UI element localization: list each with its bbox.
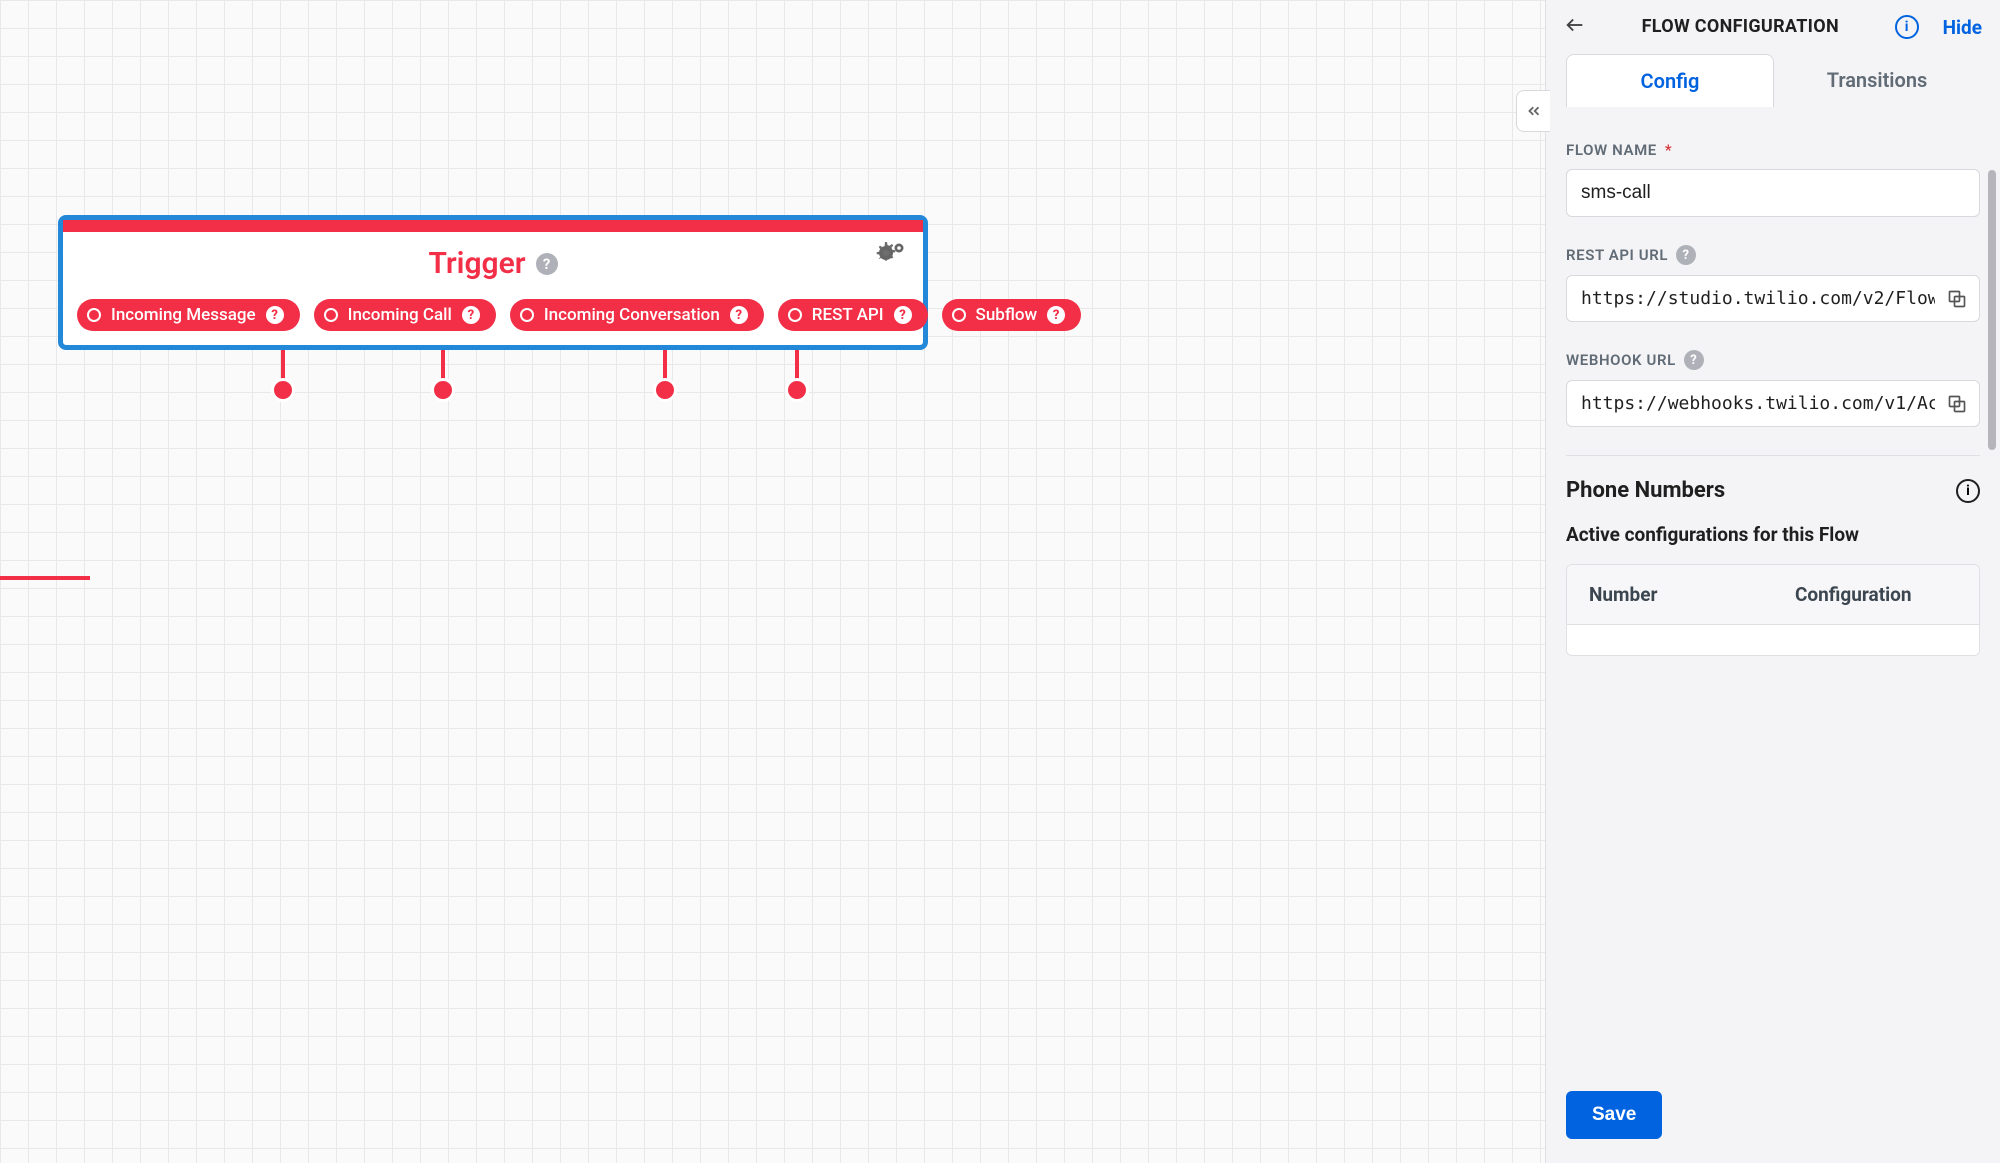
help-icon[interactable]: ? [462, 306, 480, 324]
output-label: Incoming Message [111, 305, 256, 325]
output-rest-api[interactable]: REST API ? [778, 299, 928, 331]
back-button[interactable] [1564, 14, 1586, 40]
connector-endpoint[interactable] [271, 378, 295, 402]
tab-transitions[interactable]: Transitions [1774, 54, 1980, 107]
output-label: Subflow [976, 305, 1038, 325]
connector-ring-icon [87, 308, 101, 322]
rest-api-url-field: https://studio.twilio.com/v2/Flows [1566, 275, 1980, 322]
webhook-url-label: WEBHOOK URL ? [1566, 350, 1980, 370]
help-icon[interactable]: ? [894, 306, 912, 324]
help-icon[interactable]: ? [1684, 350, 1704, 370]
hide-panel-button[interactable]: Hide [1943, 16, 1982, 39]
phone-config-table: Number Configuration [1566, 564, 1980, 656]
col-configuration: Configuration [1773, 565, 1979, 624]
help-icon[interactable]: ? [730, 306, 748, 324]
panel-tabs: Config Transitions [1546, 54, 2000, 107]
flow-canvas[interactable]: Trigger ? Incoming Message ? Incomin [0, 0, 1545, 1163]
collapse-panel-button[interactable] [1516, 90, 1550, 132]
divider [1566, 455, 1980, 456]
col-number: Number [1567, 565, 1773, 624]
table-header: Number Configuration [1567, 565, 1979, 625]
webhook-url-value: https://webhooks.twilio.com/v1/Acc [1567, 381, 1935, 426]
node-accent-bar [63, 220, 923, 232]
panel-body[interactable]: FLOW NAME * REST API URL ? https://studi… [1546, 107, 2000, 1075]
connector-endpoint[interactable] [785, 378, 809, 402]
copy-webhook-button[interactable] [1935, 394, 1979, 414]
rest-api-url-label: REST API URL ? [1566, 245, 1980, 265]
active-config-heading: Active configurations for this Flow [1566, 523, 1980, 546]
connector-ring-icon [520, 308, 534, 322]
trigger-title: Trigger [428, 246, 525, 281]
output-label: Incoming Conversation [544, 305, 720, 325]
output-label: REST API [812, 305, 884, 325]
connector-endpoint[interactable] [431, 378, 455, 402]
table-body [1567, 625, 1979, 655]
settings-icon[interactable] [875, 242, 905, 272]
info-icon[interactable]: i [1895, 15, 1919, 39]
connector-ring-icon [952, 308, 966, 322]
connector-path [0, 340, 90, 580]
output-incoming-message[interactable]: Incoming Message ? [77, 299, 300, 331]
flow-name-label: FLOW NAME * [1566, 141, 1980, 159]
help-icon[interactable]: ? [266, 306, 284, 324]
output-label: Incoming Call [348, 305, 452, 325]
config-panel: FLOW CONFIGURATION i Hide Config Transit… [1545, 0, 2000, 1163]
trigger-outputs: Incoming Message ? Incoming Call ? Incom… [63, 299, 923, 345]
connector-ring-icon [788, 308, 802, 322]
required-indicator: * [1665, 141, 1672, 159]
phone-numbers-heading: Phone Numbers [1566, 478, 1725, 503]
scrollbar[interactable] [1988, 170, 1996, 450]
save-button[interactable]: Save [1566, 1091, 1662, 1139]
output-subflow[interactable]: Subflow ? [942, 299, 1082, 331]
tab-config[interactable]: Config [1566, 54, 1774, 107]
webhook-url-field: https://webhooks.twilio.com/v1/Acc [1566, 380, 1980, 427]
info-icon[interactable]: i [1956, 479, 1980, 503]
help-icon[interactable]: ? [1047, 306, 1065, 324]
output-incoming-call[interactable]: Incoming Call ? [314, 299, 496, 331]
copy-rest-api-button[interactable] [1935, 289, 1979, 309]
connector-endpoint[interactable] [653, 378, 677, 402]
help-icon[interactable]: ? [536, 253, 558, 275]
trigger-node[interactable]: Trigger ? Incoming Message ? Incomin [58, 215, 928, 350]
help-icon[interactable]: ? [1676, 245, 1696, 265]
flow-name-input[interactable] [1566, 169, 1980, 217]
rest-api-url-value: https://studio.twilio.com/v2/Flows [1567, 276, 1935, 321]
output-incoming-conversation[interactable]: Incoming Conversation ? [510, 299, 764, 331]
connector-ring-icon [324, 308, 338, 322]
panel-title: FLOW CONFIGURATION [1596, 16, 1885, 39]
